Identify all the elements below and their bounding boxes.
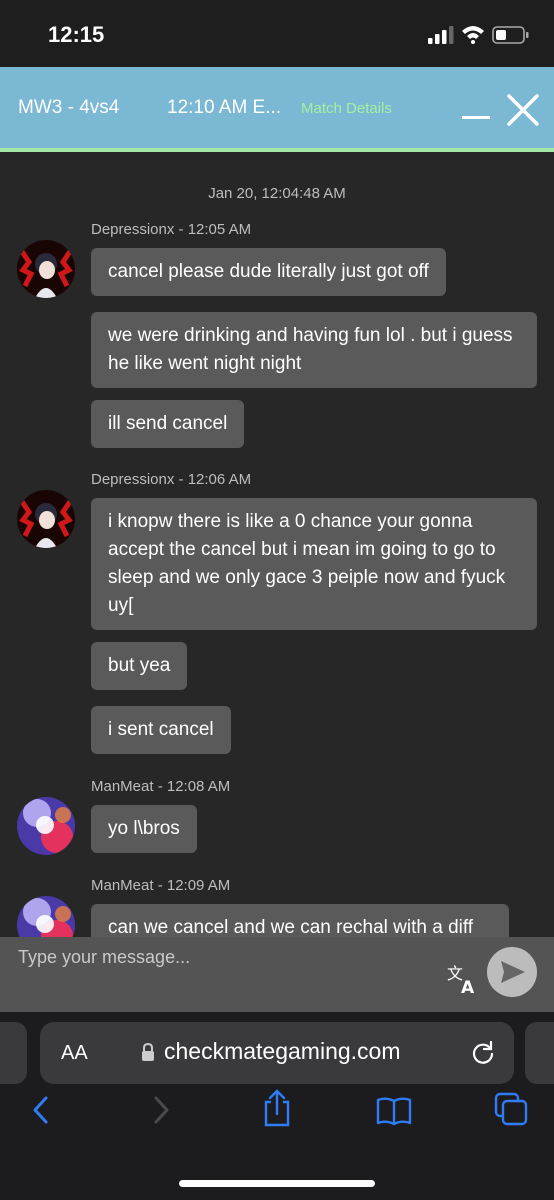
status-bar: 12:15 — [0, 0, 554, 67]
back-icon[interactable] — [28, 1094, 54, 1126]
share-icon[interactable] — [262, 1088, 292, 1128]
forward-icon[interactable] — [148, 1094, 174, 1126]
translate-icon[interactable]: 文 A — [446, 961, 480, 995]
message-bubble: ill send cancel — [91, 400, 245, 448]
minimize-icon[interactable] — [462, 112, 490, 122]
message-bubble: cancel please dude literally just got of… — [91, 248, 446, 296]
user-avatar[interactable] — [17, 797, 75, 855]
wifi-icon — [462, 26, 484, 44]
status-time: 12:15 — [48, 22, 105, 47]
close-icon[interactable] — [506, 93, 540, 127]
message-input[interactable]: Type your message... — [18, 947, 190, 968]
send-icon — [501, 961, 525, 983]
match-time: 12:10 AM E... — [167, 97, 282, 118]
user-avatar[interactable] — [17, 490, 75, 548]
anime-character-avatar — [17, 240, 75, 298]
previous-tab-preview[interactable] — [0, 1022, 27, 1084]
message-sender: ManMeat - 12:09 AM — [91, 877, 231, 894]
message-sender: Depressionx - 12:06 AM — [91, 471, 252, 488]
message-sender: ManMeat - 12:08 AM — [91, 778, 231, 795]
home-indicator[interactable] — [179, 1180, 375, 1187]
address-bar[interactable]: AA checkmategaming.com — [40, 1022, 514, 1084]
user-avatar[interactable] — [17, 240, 75, 298]
message-bubble: but yea — [91, 642, 188, 690]
match-title: MW3 - 4vs4 — [18, 97, 120, 118]
match-details-link[interactable]: Match Details — [301, 100, 392, 117]
url-text[interactable]: checkmategaming.com — [164, 1038, 401, 1065]
tabs-icon[interactable] — [494, 1092, 528, 1126]
message-sender: Depressionx - 12:05 AM — [91, 221, 252, 238]
text-size-button[interactable]: AA — [61, 1042, 88, 1065]
cellular-signal-icon — [428, 26, 454, 44]
message-bubble: i knopw there is like a 0 chance your go… — [91, 498, 537, 630]
anime-character-avatar — [17, 490, 75, 548]
lock-icon — [142, 1042, 154, 1061]
user-avatar[interactable] — [17, 896, 75, 937]
message-bubble: we were drinking and having fun lol . bu… — [91, 312, 537, 388]
battery-icon — [492, 26, 529, 44]
reload-icon[interactable] — [470, 1040, 496, 1066]
message-bubble: yo l\bros — [91, 805, 197, 853]
neon-figure-avatar — [17, 797, 75, 855]
bookmarks-icon[interactable] — [376, 1096, 412, 1126]
chat-header: MW3 - 4vs4 12:10 AM E... Match Details — [0, 67, 554, 152]
message-composer: Type your message... 文 A — [0, 937, 554, 1012]
chat-messages[interactable]: Jan 20, 12:04:48 AM Depressionx - 12:05 … — [0, 152, 554, 937]
message-bubble: i sent cancel — [91, 706, 231, 754]
date-stamp: Jan 20, 12:04:48 AM — [208, 185, 346, 202]
message-bubble: can we cancel and we can rechal with a d… — [91, 904, 509, 937]
next-tab-preview[interactable] — [525, 1022, 554, 1084]
svg-text:A: A — [461, 978, 475, 995]
neon-figure-avatar — [17, 896, 75, 937]
send-button[interactable] — [487, 947, 537, 997]
